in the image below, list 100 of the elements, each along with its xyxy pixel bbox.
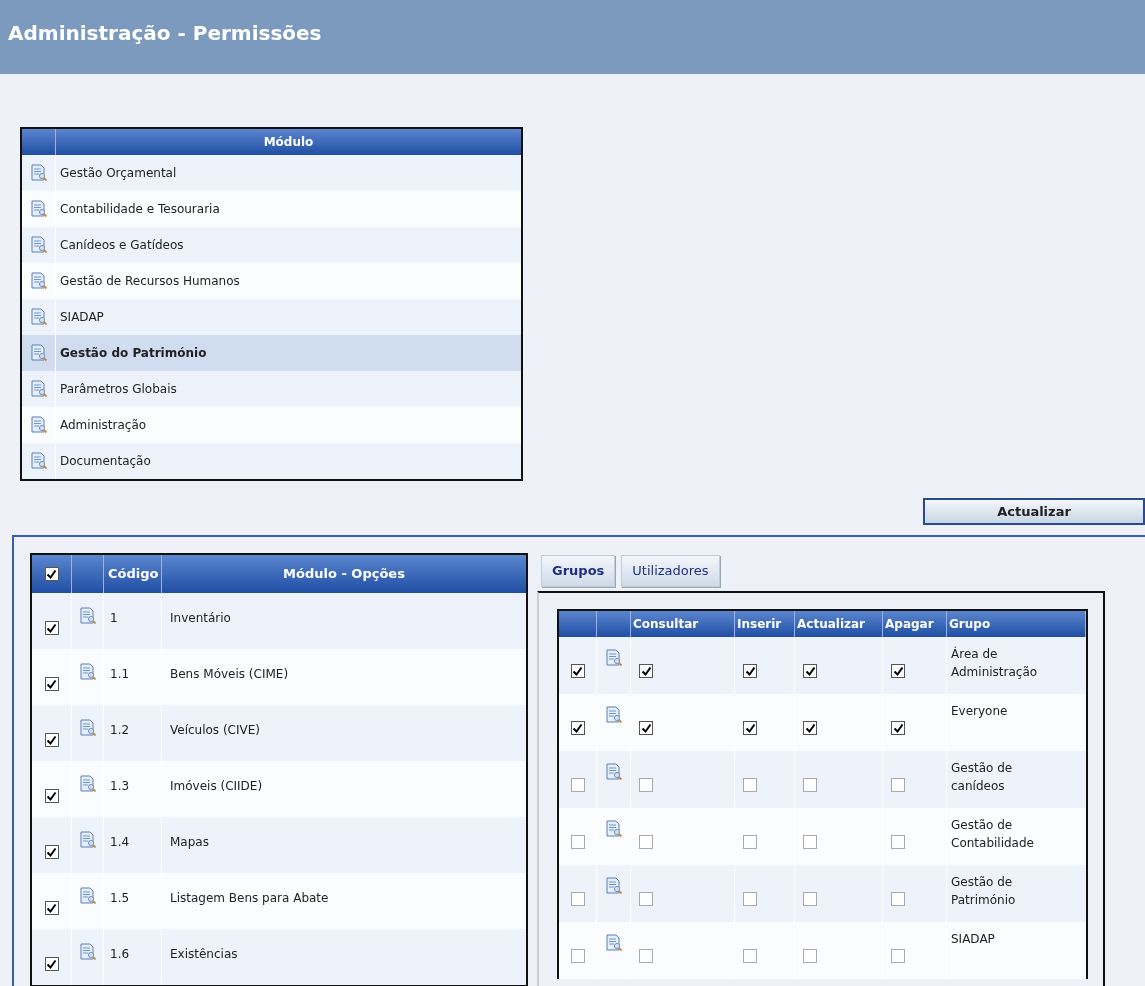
document-search-icon[interactable] — [604, 706, 623, 724]
option-name: Listagem Bens para Abate — [170, 891, 329, 905]
document-search-icon[interactable] — [78, 775, 97, 793]
document-search-icon[interactable] — [604, 934, 623, 952]
document-search-icon[interactable] — [604, 763, 623, 781]
module-name: Gestão do Património — [59, 345, 207, 362]
checkbox[interactable] — [570, 664, 585, 678]
option-name: Mapas — [170, 835, 209, 849]
checkbox[interactable] — [639, 949, 653, 963]
checkbox[interactable] — [743, 721, 757, 735]
checkbox[interactable] — [570, 892, 585, 906]
document-search-icon[interactable] — [604, 649, 623, 667]
option-code: 1.3 — [110, 779, 130, 793]
module-name: Canídeos e Gatídeos — [59, 237, 184, 254]
document-search-icon[interactable] — [78, 607, 97, 625]
checkbox[interactable] — [44, 957, 59, 971]
module-row[interactable]: Documentação — [22, 443, 521, 479]
checkbox[interactable] — [44, 733, 59, 747]
checkbox[interactable] — [743, 835, 757, 849]
checkbox[interactable] — [44, 567, 59, 581]
option-code: 1.1 — [110, 667, 130, 681]
document-search-icon[interactable] — [78, 831, 97, 849]
document-search-icon[interactable] — [29, 308, 48, 326]
option-name: Inventário — [170, 611, 231, 625]
document-search-icon[interactable] — [29, 200, 48, 218]
option-code: 1.5 — [110, 891, 130, 905]
option-name: Bens Móveis (CIME) — [170, 667, 289, 681]
module-name: Administração — [59, 417, 147, 434]
checkbox[interactable] — [639, 778, 653, 792]
module-name: Documentação — [59, 453, 151, 470]
checkbox[interactable] — [570, 949, 585, 963]
document-search-icon[interactable] — [78, 887, 97, 905]
document-search-icon[interactable] — [29, 272, 48, 290]
page-title: Administração - Permissões — [8, 21, 322, 45]
document-search-icon[interactable] — [604, 877, 623, 895]
checkbox[interactable] — [743, 778, 757, 792]
checkbox[interactable] — [803, 778, 817, 792]
checkbox[interactable] — [743, 949, 757, 963]
module-name: SIADAP — [59, 309, 104, 326]
checkbox[interactable] — [803, 721, 817, 735]
module-row[interactable]: Gestão Orçamental — [22, 155, 521, 191]
checkbox[interactable] — [803, 949, 817, 963]
group-name: Área de Administração — [951, 647, 1038, 679]
module-row[interactable]: Canídeos e Gatídeos — [22, 227, 521, 263]
module-name: Parâmetros Globais — [59, 381, 177, 398]
checkbox[interactable] — [44, 789, 59, 803]
checkbox[interactable] — [639, 892, 653, 906]
checkbox[interactable] — [44, 621, 59, 635]
column-header: Módulo — [262, 134, 315, 151]
checkbox[interactable] — [743, 892, 757, 906]
checkbox[interactable] — [570, 721, 585, 735]
checkbox[interactable] — [803, 664, 817, 678]
group-name: SIADAP — [951, 932, 995, 946]
document-search-icon[interactable] — [29, 164, 48, 182]
checkbox[interactable] — [44, 845, 59, 859]
document-search-icon[interactable] — [29, 236, 48, 254]
document-search-icon[interactable] — [29, 380, 48, 398]
document-search-icon[interactable] — [29, 452, 48, 470]
module-row[interactable]: Gestão de Recursos Humanos — [22, 263, 521, 299]
checkbox[interactable] — [891, 892, 905, 906]
option-code: 1.4 — [110, 835, 130, 849]
checkbox[interactable] — [891, 835, 905, 849]
module-row[interactable]: Administração — [22, 407, 521, 443]
module-row[interactable]: SIADAP — [22, 299, 521, 335]
group-name: Gestão de canídeos — [951, 761, 1013, 793]
checkbox[interactable] — [803, 835, 817, 849]
tab[interactable]: Utilizadores — [621, 555, 720, 587]
checkbox[interactable] — [44, 901, 59, 915]
module-row[interactable]: Gestão do Património — [22, 335, 521, 371]
module-row[interactable]: Contabilidade e Tesouraria — [22, 191, 521, 227]
checkbox[interactable] — [803, 892, 817, 906]
checkbox[interactable] — [639, 835, 653, 849]
checkbox[interactable] — [743, 664, 757, 678]
checkbox[interactable] — [891, 721, 905, 735]
checkbox[interactable] — [570, 778, 585, 792]
document-search-icon[interactable] — [78, 663, 97, 681]
checkbox[interactable] — [891, 778, 905, 792]
update-button[interactable]: Actualizar — [923, 498, 1145, 525]
checkbox[interactable] — [639, 664, 653, 678]
module-name: Gestão de Recursos Humanos — [59, 273, 240, 290]
document-search-icon[interactable] — [29, 344, 48, 362]
checkbox[interactable] — [44, 677, 59, 691]
tab[interactable]: Grupos — [541, 555, 616, 587]
checkbox[interactable] — [891, 949, 905, 963]
option-name: Imóveis (CIIDE) — [170, 779, 263, 793]
group-name: Gestão de Património — [951, 875, 1016, 907]
checkbox[interactable] — [639, 721, 653, 735]
column-header: Módulo - Opções — [282, 565, 406, 584]
group-name: Everyone — [951, 704, 1008, 718]
document-search-icon[interactable] — [604, 820, 623, 838]
option-name: Existências — [170, 947, 238, 961]
document-search-icon[interactable] — [78, 943, 97, 961]
module-row[interactable]: Parâmetros Globais — [22, 371, 521, 407]
module-name: Contabilidade e Tesouraria — [59, 201, 220, 218]
option-code: 1.6 — [110, 947, 130, 961]
checkbox[interactable] — [570, 835, 585, 849]
option-code: 1 — [110, 611, 118, 625]
checkbox[interactable] — [891, 664, 905, 678]
document-search-icon[interactable] — [78, 719, 97, 737]
document-search-icon[interactable] — [29, 416, 48, 434]
